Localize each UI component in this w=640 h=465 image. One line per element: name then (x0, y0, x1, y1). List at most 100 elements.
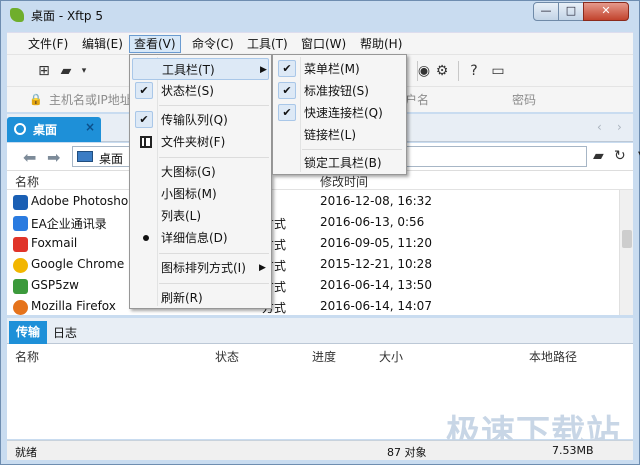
username-input[interactable]: 户名 (405, 91, 429, 109)
menu-item-label: 传输队列(Q) (161, 113, 228, 127)
open-folder-icon[interactable]: ▰ (57, 62, 75, 80)
app-icon (13, 237, 28, 252)
maximize-button[interactable]: □ (558, 2, 584, 21)
transfer-column-status[interactable]: 状态 (215, 348, 239, 365)
file-name: Google Chrome (31, 257, 125, 271)
menu-item-statusbar[interactable]: ✔ 状态栏(S) (132, 80, 269, 102)
table-row[interactable]: Foxmail 方式 2016-09-05, 11:20 (7, 234, 617, 255)
transfer-column-size[interactable]: 大小 (379, 348, 403, 365)
menu-item-small-icons[interactable]: 小图标(M) (132, 183, 269, 205)
app-window: 桌面 - Xftp 5 — □ ✕ 文件(F) 编辑(E) 查看(V) 命令(C… (0, 0, 640, 465)
table-row[interactable]: EA企业通讯录 方式 2016-06-13, 0:56 (7, 213, 617, 234)
menu-item-large-icons[interactable]: 大图标(G) (132, 161, 269, 183)
host-input[interactable]: 主机名或IP地址 (49, 91, 132, 109)
firefox-icon (13, 300, 28, 315)
transfer-tab-bar: 传输 日志 (7, 318, 633, 344)
tab-log[interactable]: 日志 (53, 324, 77, 341)
total-size: 7.53MB (552, 444, 594, 457)
table-row[interactable]: GSP5zw 方式 2016-06-14, 13:50 (7, 276, 617, 297)
menu-item-label: 锁定工具栏(B) (304, 156, 382, 170)
forward-arrow-icon[interactable]: ➡ (47, 148, 60, 167)
transfer-column-local-path[interactable]: 本地路径 (529, 348, 577, 365)
column-name[interactable]: 名称 (15, 173, 39, 190)
xshell-icon[interactable]: ◉ (415, 62, 433, 80)
menu-item-refresh[interactable]: 刷新(R) (132, 287, 269, 309)
tab-next-icon[interactable]: › (617, 120, 622, 134)
menu-item-label: 链接栏(L) (304, 128, 357, 142)
column-modified[interactable]: 修改时间 (320, 173, 368, 190)
file-name: Mozilla Firefox (31, 299, 116, 313)
object-count: 87 对象 (387, 446, 427, 459)
open-folder-button-icon[interactable]: ▰ (593, 148, 604, 164)
menu-window[interactable]: 窗口(W) (297, 35, 350, 53)
menu-item-links[interactable]: 链接栏(L) (275, 124, 404, 146)
menu-item-toolbar[interactable]: 工具栏(T) ▶ (132, 58, 269, 80)
menu-view[interactable]: 查看(V) (129, 35, 181, 53)
chrome-icon (13, 258, 28, 273)
menu-item-menubar[interactable]: ✔ 菜单栏(M) (275, 58, 404, 80)
menu-item-quick-connect[interactable]: ✔ 快速连接栏(Q) (275, 102, 404, 124)
file-name: Adobe Photosho (31, 194, 129, 208)
help-icon[interactable]: ? (465, 62, 483, 80)
table-row[interactable]: Mozilla Firefox 方式 2016-06-14, 14:07 (7, 297, 617, 315)
file-date: 2016-06-14, 14:07 (320, 299, 432, 313)
minimize-button[interactable]: — (533, 2, 559, 21)
menu-item-label: 工具栏(T) (162, 63, 215, 77)
lock-icon: 🔒 (29, 93, 43, 106)
radio-dot-icon (143, 235, 149, 241)
refresh-icon[interactable]: ↻ (614, 148, 626, 164)
menu-item-label: 文件夹树(F) (161, 135, 226, 149)
tab-prev-icon[interactable]: ‹ (597, 120, 602, 134)
menu-file[interactable]: 文件(F) (24, 35, 72, 53)
menu-item-arrange-icons[interactable]: 图标排列方式(I) ▶ (132, 257, 269, 279)
table-row[interactable]: Adobe Photosho 2016-12-08, 16:32 (7, 192, 617, 213)
gear-icon[interactable]: ⚙ (433, 62, 451, 80)
app-icon (13, 195, 28, 210)
menu-help[interactable]: 帮助(H) (356, 35, 406, 53)
menu-tools[interactable]: 工具(T) (243, 35, 292, 53)
scrollbar-thumb[interactable] (622, 230, 632, 248)
menu-item-standard-buttons[interactable]: ✔ 标准按钮(S) (275, 80, 404, 102)
dropdown-caret-icon[interactable]: ▾ (75, 62, 93, 80)
menu-edit[interactable]: 编辑(E) (78, 35, 127, 53)
vertical-scrollbar[interactable] (619, 190, 633, 315)
file-name: EA企业通讯录 (31, 217, 107, 231)
app-icon (13, 279, 28, 294)
tab-close-icon[interactable]: × (85, 120, 95, 134)
desktop-icon (77, 151, 93, 162)
app-icon (13, 216, 28, 231)
back-arrow-icon[interactable]: ⬅ (23, 148, 36, 167)
submenu-arrow-icon: ▶ (260, 65, 267, 75)
menu-item-label: 大图标(G) (161, 165, 216, 179)
menu-item-label: 列表(L) (161, 209, 202, 223)
menu-separator (159, 105, 269, 106)
chat-icon[interactable]: ▭ (489, 62, 507, 80)
title-bar: 桌面 - Xftp 5 — □ ✕ (1, 1, 639, 29)
new-session-icon[interactable]: ⊞ (35, 62, 53, 80)
menu-item-label: 详细信息(D) (161, 231, 228, 245)
tab-transfer[interactable]: 传输 (9, 321, 47, 344)
menu-item-label: 刷新(R) (161, 291, 203, 305)
transfer-column-progress[interactable]: 进度 (312, 348, 336, 365)
menu-item-lock-toolbar[interactable]: 锁定工具栏(B) (275, 152, 404, 174)
menu-item-list[interactable]: 列表(L) (132, 205, 269, 227)
menu-item-folder-tree[interactable]: 文件夹树(F) (132, 131, 269, 153)
table-row[interactable]: Google Chrome 方式 2015-12-21, 10:28 (7, 255, 617, 276)
transfer-column-name[interactable]: 名称 (15, 348, 39, 365)
menu-item-transfer-queue[interactable]: ✔ 传输队列(Q) (132, 109, 269, 131)
window-title: 桌面 - Xftp 5 (31, 9, 103, 23)
checkmark-icon: ✔ (135, 82, 153, 99)
close-button[interactable]: ✕ (583, 2, 629, 21)
password-input[interactable]: 密码 (512, 91, 536, 109)
menu-item-details[interactable]: 详细信息(D) (132, 227, 269, 249)
checkmark-icon: ✔ (278, 82, 296, 99)
status-bar: 就绪 87 对象 7.53MB (7, 440, 633, 460)
globe-icon (14, 123, 26, 135)
menu-command[interactable]: 命令(C) (188, 35, 238, 53)
tab-desktop[interactable]: 桌面 × (7, 117, 101, 142)
menu-item-label: 状态栏(S) (161, 84, 214, 98)
folder-tree-icon (140, 136, 152, 148)
xftp-logo-icon (10, 8, 24, 22)
tab-label: 桌面 (33, 123, 58, 137)
file-name: Foxmail (31, 236, 78, 250)
